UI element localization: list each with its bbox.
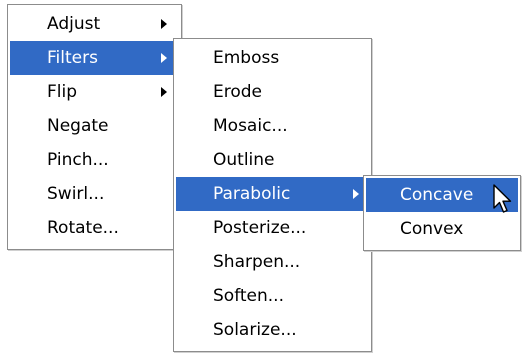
- menu-item-label: Posterize...: [213, 218, 307, 238]
- menu-item-label: Sharpen...: [213, 252, 301, 272]
- menu-item-label: Filters: [47, 48, 98, 68]
- menu-item-label: Mosaic...: [213, 116, 288, 136]
- menu-item-label: Pinch...: [47, 150, 109, 170]
- menu-item-rotate[interactable]: Rotate...: [10, 211, 179, 245]
- menu-item-label: Concave: [400, 185, 474, 205]
- menu-item-mosaic[interactable]: Mosaic...: [176, 109, 369, 143]
- menu-item-convex[interactable]: Convex: [366, 212, 518, 246]
- menu-item-sharpen[interactable]: Sharpen...: [176, 245, 369, 279]
- mouse-pointer-icon: [493, 184, 512, 213]
- menu-item-parabolic[interactable]: Parabolic: [176, 177, 369, 211]
- menu-item-label: Soften...: [213, 286, 284, 306]
- menu-item-label: Erode: [213, 82, 263, 102]
- menu-item-label: Convex: [400, 219, 464, 239]
- menu-item-label: Outline: [213, 150, 275, 170]
- menu-item-negate[interactable]: Negate: [10, 109, 179, 143]
- menu-item-adjust[interactable]: Adjust: [10, 7, 179, 41]
- menu-item-flip[interactable]: Flip: [10, 75, 179, 109]
- submenu-arrow-icon: [353, 189, 359, 199]
- submenu-arrow-icon: [161, 53, 167, 63]
- menu-item-label: Solarize...: [213, 320, 297, 340]
- menu-item-label: Flip: [47, 82, 78, 102]
- menu-item-emboss[interactable]: Emboss: [176, 41, 369, 75]
- submenu-arrow-icon: [161, 87, 167, 97]
- menu-item-erode[interactable]: Erode: [176, 75, 369, 109]
- menu-item-pinch[interactable]: Pinch...: [10, 143, 179, 177]
- menu-item-swirl[interactable]: Swirl...: [10, 177, 179, 211]
- menu-item-label: Emboss: [213, 48, 280, 68]
- filters-submenu: Emboss Erode Mosaic... Outline Parabolic…: [173, 38, 372, 352]
- menu-item-outline[interactable]: Outline: [176, 143, 369, 177]
- menu-item-label: Parabolic: [213, 184, 291, 204]
- menu-item-solarize[interactable]: Solarize...: [176, 313, 369, 347]
- menu-item-label: Rotate...: [47, 218, 119, 238]
- main-menu: Adjust Filters Flip Negate Pinch... Swir…: [7, 4, 182, 250]
- menu-item-label: Swirl...: [47, 184, 105, 204]
- menu-item-label: Negate: [47, 116, 109, 136]
- menu-item-label: Adjust: [47, 14, 101, 34]
- menu-item-filters[interactable]: Filters: [10, 41, 179, 75]
- menu-item-posterize[interactable]: Posterize...: [176, 211, 369, 245]
- menu-item-soften[interactable]: Soften...: [176, 279, 369, 313]
- submenu-arrow-icon: [161, 19, 167, 29]
